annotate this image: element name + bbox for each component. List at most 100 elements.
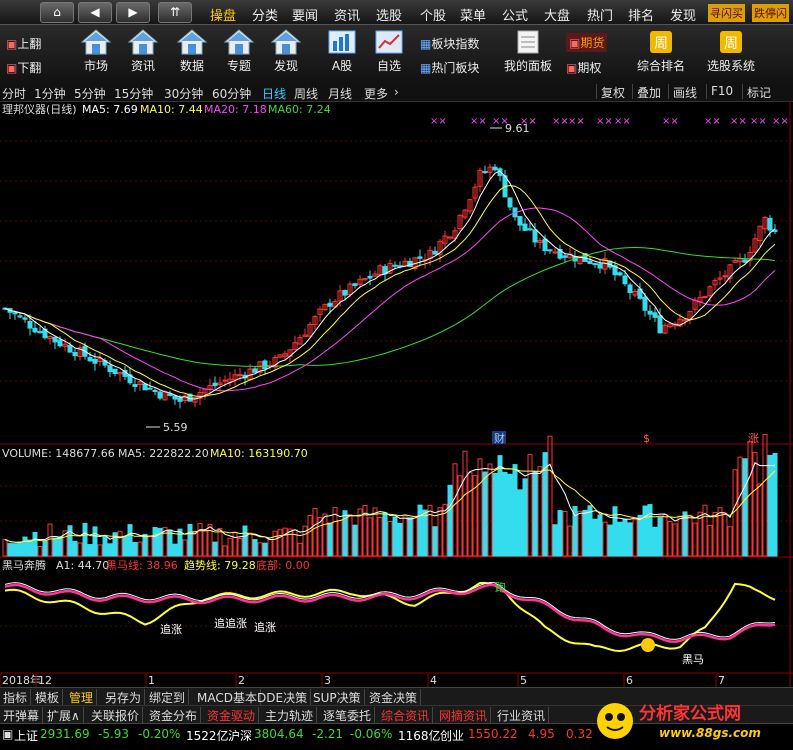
menu-item[interactable]: 发现 bbox=[670, 5, 696, 24]
menu-item[interactable]: 公式 bbox=[502, 5, 528, 24]
menu-item[interactable]: 菜单 bbox=[460, 5, 486, 24]
stock-system-button[interactable]: 周 选股系统 bbox=[702, 29, 760, 74]
sh-index-name[interactable]: 上证 bbox=[14, 727, 38, 744]
volume-bar bbox=[622, 518, 628, 557]
period-tab[interactable]: 更多 bbox=[364, 85, 388, 102]
menu-item[interactable]: 要闻 bbox=[292, 5, 318, 24]
volume-bar bbox=[82, 522, 88, 557]
sz-index-name[interactable]: 沪深 bbox=[228, 727, 252, 744]
period-tab[interactable]: 月线 bbox=[328, 85, 352, 102]
indicator-tab[interactable]: 管理 bbox=[66, 689, 98, 706]
volume-bar bbox=[272, 530, 278, 557]
page-up-button[interactable]: ▣上翻 bbox=[6, 35, 41, 52]
marker-x: ×× bbox=[772, 116, 789, 127]
info-tab[interactable]: 综合资讯 bbox=[378, 707, 434, 724]
indicator-tab[interactable]: 指标 bbox=[0, 689, 32, 706]
forward-button[interactable]: ▶ bbox=[116, 2, 150, 23]
futures-button[interactable]: ▣期货 bbox=[566, 33, 608, 52]
composite-rank-button[interactable]: 周 综合排名 bbox=[632, 29, 690, 74]
menu-item[interactable]: 选股 bbox=[376, 5, 402, 24]
volume-bar bbox=[352, 524, 358, 557]
indicator-tab[interactable]: MACD基本 bbox=[194, 689, 261, 706]
options-button[interactable]: ▣期权 bbox=[566, 59, 601, 76]
house-icon bbox=[176, 29, 208, 55]
sz-index-change: -2.21 bbox=[312, 727, 344, 741]
chart-tool-button[interactable]: F10 bbox=[706, 84, 737, 99]
event-tag-rise: 涨 bbox=[748, 432, 759, 445]
month-label: 12 bbox=[38, 674, 52, 687]
stock-chart[interactable]: 理邦仪器(日线) MA5: 7.69 MA10: 7.44 MA20: 7.18 MA6… bbox=[0, 101, 793, 687]
volume-bar bbox=[207, 523, 213, 557]
chart-tool-button[interactable]: 标记 bbox=[742, 84, 775, 100]
period-tab[interactable]: 日线 bbox=[262, 85, 286, 102]
menu-item[interactable]: 大盘 bbox=[544, 5, 570, 24]
volume-bar bbox=[482, 471, 488, 557]
candle-body bbox=[592, 263, 598, 266]
candle-body bbox=[657, 315, 663, 334]
period-tab[interactable]: 周线 bbox=[294, 85, 318, 102]
info-tab[interactable]: 主力轨迹 bbox=[262, 707, 318, 724]
toolbar-button[interactable]: 资讯 bbox=[121, 29, 165, 74]
candle-body bbox=[367, 275, 373, 279]
toolbar-button[interactable]: 数据 bbox=[170, 29, 214, 74]
a-share-button[interactable]: A股 bbox=[320, 29, 364, 74]
menu-item[interactable]: 排名 bbox=[628, 5, 654, 24]
back-button[interactable]: ◀ bbox=[78, 2, 112, 23]
period-tab[interactable]: 60分钟 bbox=[212, 85, 251, 102]
indicator-tab[interactable]: 另存为 bbox=[102, 689, 146, 706]
my-panel-button[interactable]: 我的面板 bbox=[500, 29, 556, 74]
candle-body bbox=[237, 374, 243, 377]
volume-bar bbox=[202, 529, 208, 557]
indicator-tab[interactable]: SUP决策 bbox=[310, 689, 365, 706]
indicator-tab[interactable]: 资金决策 bbox=[366, 689, 422, 706]
site-logo-icon bbox=[597, 703, 633, 739]
info-tab[interactable]: 关联报价 bbox=[88, 707, 144, 724]
page-down-button[interactable]: ▣下翻 bbox=[6, 59, 41, 76]
volume-bar bbox=[477, 458, 483, 557]
menu-item[interactable]: 热门 bbox=[587, 5, 613, 24]
info-tab[interactable]: 行业资讯 bbox=[494, 707, 550, 724]
menu-item[interactable]: 个股 bbox=[420, 5, 446, 24]
toolbar-button[interactable]: 专题 bbox=[217, 29, 261, 74]
menu-item[interactable]: 操盘 bbox=[210, 5, 236, 24]
volume-bar bbox=[467, 472, 473, 557]
watchlist-button[interactable]: 自选 bbox=[367, 29, 411, 74]
indicator-tab[interactable]: 绑定到 bbox=[146, 689, 190, 706]
candle-body bbox=[447, 236, 453, 239]
period-tab[interactable]: 15分钟 bbox=[114, 85, 153, 102]
toolbar-button[interactable]: 发现 bbox=[264, 29, 308, 74]
period-tab[interactable]: 5分钟 bbox=[74, 85, 106, 102]
menu-item[interactable]: 资讯 bbox=[334, 5, 360, 24]
marker-x: ×× bbox=[470, 116, 487, 127]
marker-x: ×× bbox=[430, 116, 447, 127]
chart-tool-button[interactable]: 画线 bbox=[668, 84, 701, 100]
indicator-tab[interactable]: DDE决策 bbox=[254, 689, 312, 706]
hot-sector-button[interactable]: ▦热门板块 bbox=[420, 59, 479, 76]
svg-text:周: 周 bbox=[724, 36, 738, 52]
home-button[interactable]: ⌂ bbox=[40, 2, 74, 23]
info-tab[interactable]: 资金驱动 bbox=[204, 707, 260, 724]
info-tab[interactable]: 开弹幕 bbox=[0, 707, 44, 724]
limit-down-tag[interactable]: 跌停闪 bbox=[752, 4, 789, 22]
info-tab[interactable]: 扩展∧ bbox=[44, 707, 84, 724]
more-chevron-icon[interactable]: › bbox=[394, 85, 399, 99]
volume-bar bbox=[702, 504, 708, 557]
period-tab[interactable]: 30分钟 bbox=[164, 85, 203, 102]
info-tab[interactable]: 网摘资讯 bbox=[436, 707, 492, 724]
chart-tool-button[interactable]: 复权 bbox=[596, 84, 629, 100]
indicator-tab[interactable]: 模板 bbox=[32, 689, 64, 706]
quick-buy-tag[interactable]: 寻闪买 bbox=[708, 4, 745, 22]
volume-bar bbox=[652, 526, 658, 557]
info-tab[interactable]: 逐笔委托 bbox=[320, 707, 376, 724]
volume-bar bbox=[197, 523, 203, 557]
info-tab[interactable]: 资金分布 bbox=[146, 707, 202, 724]
menu-item[interactable]: 分类 bbox=[252, 5, 278, 24]
cy-index-name[interactable]: 创业 bbox=[440, 727, 464, 744]
period-tab[interactable]: 1分钟 bbox=[34, 85, 66, 102]
candle-body bbox=[352, 283, 358, 287]
chart-tool-button[interactable]: 叠加 bbox=[632, 84, 665, 100]
sector-index-button[interactable]: ▦板块指数 bbox=[420, 35, 479, 52]
period-tab[interactable]: 分时 bbox=[2, 85, 26, 102]
collapse-button[interactable]: ⇈ bbox=[158, 2, 192, 23]
toolbar-button[interactable]: 市场 bbox=[74, 29, 118, 74]
